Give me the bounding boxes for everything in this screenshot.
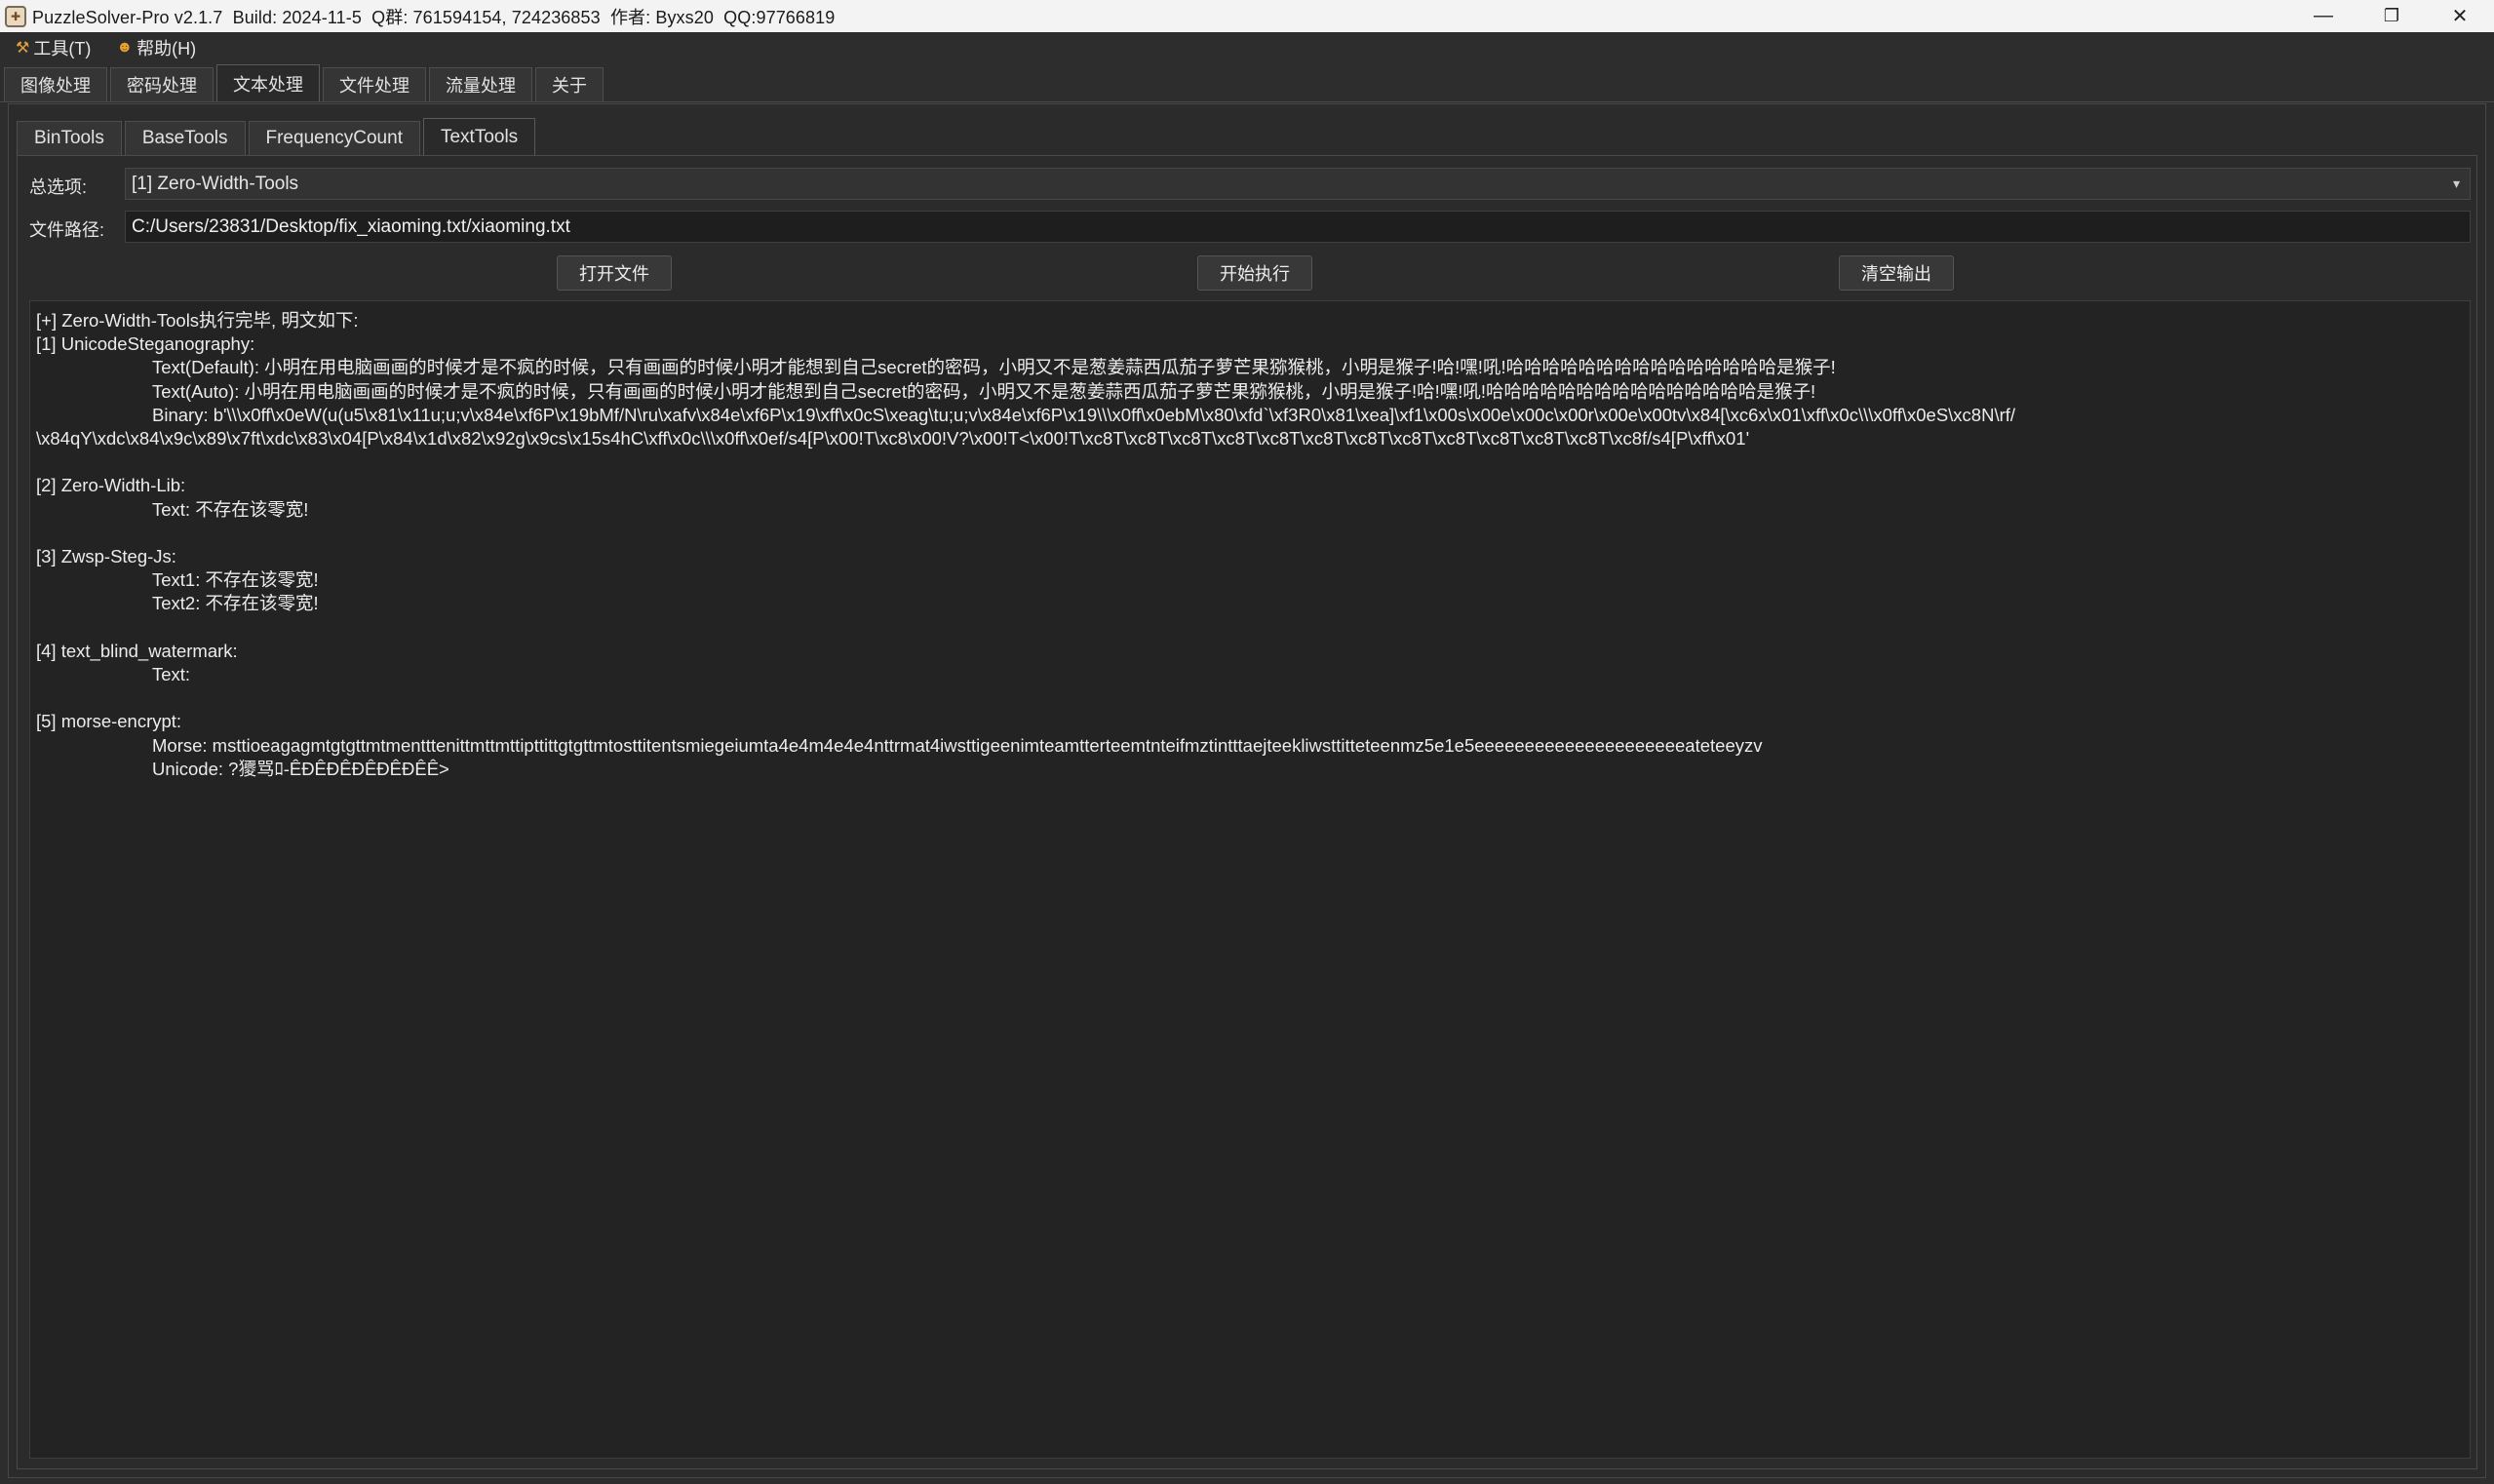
output-blank-line [36, 522, 2464, 545]
output-blank-line [36, 616, 2464, 640]
output-line: Text1: 不存在该零宽! [152, 569, 319, 591]
output-line: [+] Zero-Width-Tools执行完毕, 明文如下: [36, 310, 359, 331]
output-line: Text2: 不存在该零宽! [152, 593, 319, 614]
maximize-icon[interactable]: ❐ [2358, 0, 2426, 32]
output-line: Unicode: ?獿骂ﾛ-ÊĐÊĐÊĐÊĐÊĐÊÊ> [152, 758, 449, 779]
tools-icon: ⚒ [16, 40, 30, 57]
output-line: [5] morse-encrypt: [36, 711, 182, 732]
tab-text[interactable]: 文本处理 [216, 64, 320, 101]
output-line: \x84qY\xdc\x84\x9c\x89\x7ft\xdc\x83\x04[… [36, 428, 1750, 449]
sub-tab-bar: BinTools BaseTools FrequencyCount TextTo… [17, 118, 538, 155]
output-textarea[interactable]: [+] Zero-Width-Tools执行完毕, 明文如下: [1] Unico… [29, 300, 2471, 1459]
output-line: Text(Default): 小明在用电脑画画的时候才是不疯的时候，只有画画的时… [152, 357, 1836, 378]
menu-tools[interactable]: ⚒ 工具(T) [16, 35, 91, 60]
clear-output-button[interactable]: 清空输出 [1839, 255, 1954, 291]
tab-about[interactable]: 关于 [535, 67, 604, 101]
menu-bar: ⚒ 工具(T) ☻ 帮助(H) [0, 32, 2494, 63]
run-button[interactable]: 开始执行 [1197, 255, 1312, 291]
window-title: PuzzleSolver-Pro v2.1.7 Build: 2024-11-5… [32, 7, 836, 27]
title-bar: ✚ PuzzleSolver-Pro v2.1.7 Build: 2024-11… [0, 0, 2494, 32]
output-line: Morse: msttioeagagmtgtgttmtmentttenittmt… [152, 734, 1763, 756]
menu-tools-label: 工具(T) [33, 39, 92, 59]
output-line: [3] Zwsp-Steg-Js: [36, 546, 176, 566]
output-line: Binary: b'\\\x0ff\x0eW(u(u5\x81\x11u;u;v… [152, 404, 2016, 425]
tab-bintools[interactable]: BinTools [17, 121, 122, 155]
output-blank-line [36, 686, 2464, 710]
help-icon: ☻ [116, 39, 134, 56]
chevron-down-icon: ▾ [2452, 176, 2460, 191]
tab-file[interactable]: 文件处理 [323, 67, 426, 101]
close-icon[interactable]: ✕ [2426, 0, 2494, 32]
main-tab-bar: 图像处理 密码处理 文本处理 文件处理 流量处理 关于 [0, 64, 2494, 102]
texttools-content: 总选项: [1] Zero-Width-Tools ▾ 文件路径: 打开文件 开… [17, 155, 2477, 1469]
output-line: Text: 不存在该零宽! [152, 498, 309, 520]
text-processing-panel: BinTools BaseTools FrequencyCount TextTo… [8, 103, 2486, 1478]
output-line: [2] Zero-Width-Lib: [36, 475, 186, 496]
option-label: 总选项: [29, 177, 88, 197]
option-select-value: [1] Zero-Width-Tools [132, 173, 299, 194]
tab-crypto[interactable]: 密码处理 [110, 67, 214, 101]
output-line: Text(Auto): 小明在用电脑画画的时候才是不疯的时候，只有画画的时候小明… [152, 380, 1816, 402]
tab-traffic[interactable]: 流量处理 [429, 67, 532, 101]
output-line: [1] UnicodeSteganography: [36, 333, 255, 355]
menu-help[interactable]: ☻ 帮助(H) [116, 35, 196, 60]
menu-help-label: 帮助(H) [136, 39, 197, 59]
open-file-button[interactable]: 打开文件 [557, 255, 672, 291]
tab-frequencycount[interactable]: FrequencyCount [248, 121, 420, 155]
option-select[interactable]: [1] Zero-Width-Tools ▾ [125, 168, 2471, 200]
tab-texttools[interactable]: TextTools [422, 118, 536, 155]
output-line: [4] text_blind_watermark: [36, 640, 238, 661]
minimize-icon[interactable]: — [2289, 0, 2358, 32]
output-blank-line [36, 450, 2464, 474]
path-label: 文件路径: [29, 220, 105, 240]
tab-basetools[interactable]: BaseTools [124, 121, 246, 155]
file-path-input[interactable] [125, 211, 2471, 243]
puzzle-app-icon: ✚ [5, 5, 26, 27]
tab-image[interactable]: 图像处理 [4, 67, 107, 101]
output-line: Text: [152, 664, 191, 684]
window-controls: — ❐ ✕ [2289, 0, 2494, 32]
